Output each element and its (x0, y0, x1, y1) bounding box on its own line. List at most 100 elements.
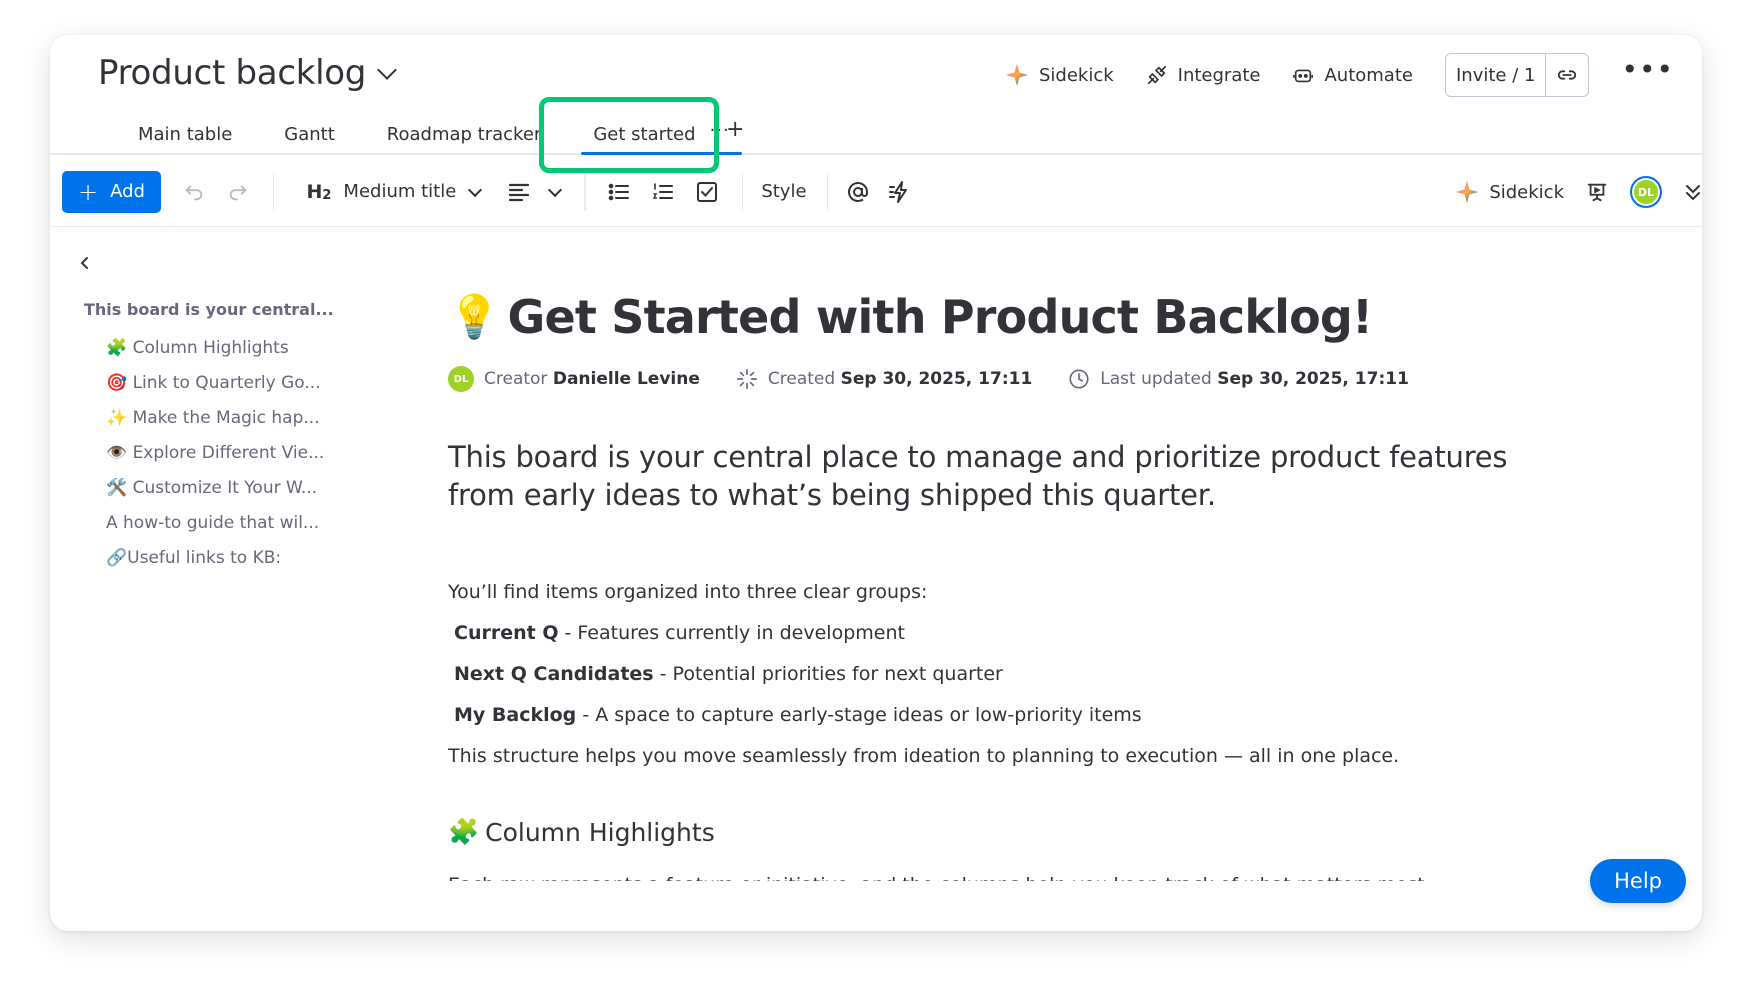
intro-text: You’ll find items organized into three c… (448, 581, 928, 603)
group-name: Next Q Candidates (454, 663, 654, 685)
outline-item[interactable]: 🛠️ Customize It Your W... (84, 471, 334, 506)
add-view-icon[interactable]: + (726, 117, 744, 142)
invite-group: Invite / 1 (1444, 53, 1590, 97)
creator-name: Danielle Levine (552, 369, 700, 389)
meta-creator: DL Creator Danielle Levine (448, 366, 700, 392)
board-title-text: Product backlog (98, 53, 367, 93)
section-text[interactable]: Each row represents a feature or initiat… (448, 867, 1548, 881)
doc-outline: This board is your central... 🧩 Column H… (84, 300, 334, 576)
help-button[interactable]: Help (1590, 859, 1686, 903)
groups-section[interactable]: You’ll find items organized into three c… (448, 572, 1548, 777)
toolbar-divider (272, 172, 275, 211)
checklist-icon[interactable] (696, 181, 718, 203)
toolbar-sidekick-button[interactable]: Sidekick (1455, 180, 1564, 204)
outline-heading[interactable]: This board is your central... (84, 300, 334, 319)
doc-content[interactable]: 💡 Get Started with Product Backlog! DL C… (448, 290, 1548, 881)
meta-updated: Last updated Sep 30, 2025, 17:11 (1068, 368, 1409, 390)
outline-item[interactable]: A how-to guide that wil... (84, 506, 334, 541)
outline-item[interactable]: 👁️ Explore Different Vie... (84, 436, 334, 471)
board-title[interactable]: Product backlog (98, 53, 397, 93)
created-label: Created (767, 369, 836, 389)
align-dropdown[interactable] (548, 182, 563, 197)
outline-item[interactable]: 🔗Useful links to KB: (84, 541, 334, 576)
group-line: Next Q Candidates - Potential priorities… (448, 654, 1548, 695)
redo-icon[interactable] (227, 181, 249, 203)
add-label: Add (110, 181, 145, 202)
toolbar-divider (826, 172, 829, 211)
outro-text: This structure helps you move seamlessly… (448, 745, 1400, 767)
sidekick-label: Sidekick (1489, 181, 1564, 203)
app-window: Product backlog Sidekick Integrate Autom… (50, 35, 1702, 931)
chevron-down-icon[interactable] (377, 60, 397, 80)
heading-level-text: H (306, 180, 323, 203)
sparkle-icon (1005, 64, 1028, 86)
avatar[interactable]: DL (1630, 176, 1662, 208)
present-icon[interactable] (1586, 181, 1608, 203)
doc-toolbar: + Add H2 Medium title Style Sidekick DL (50, 157, 1702, 227)
quick-action-icon[interactable] (888, 180, 912, 204)
section-heading[interactable]: 🧩 Column Highlights (448, 817, 1548, 847)
more-options-icon[interactable]: ••• (1621, 56, 1674, 84)
heading-style-dropdown[interactable]: Medium title (343, 181, 483, 202)
outline-item[interactable]: 🎯 Link to Quarterly Go... (84, 366, 334, 401)
copy-link-button[interactable] (1546, 54, 1588, 96)
add-button[interactable]: + Add (62, 170, 161, 213)
section-title: Column Highlights (485, 817, 715, 847)
lead-paragraph[interactable]: This board is your central place to mana… (448, 438, 1548, 514)
bulleted-list-icon[interactable] (608, 182, 630, 202)
heading-style-label: Medium title (343, 181, 457, 202)
integrate-button[interactable]: Integrate (1146, 64, 1261, 86)
outline-item[interactable]: ✨ Make the Magic hap... (84, 401, 334, 436)
created-date: Sep 30, 2025, 17:11 (840, 369, 1033, 389)
clock-icon (1069, 369, 1089, 389)
group-name: My Backlog (454, 704, 577, 726)
group-line: Current Q - Features currently in develo… (448, 613, 1548, 654)
group-name: Current Q (454, 622, 559, 644)
style-button[interactable]: Style (761, 181, 806, 202)
header-actions: Sidekick Integrate Automate Invite / 1 •… (1005, 53, 1674, 97)
meta-created: Created Sep 30, 2025, 17:11 (736, 368, 1032, 390)
mention-icon[interactable] (846, 180, 870, 204)
sidekick-label: Sidekick (1038, 64, 1114, 86)
doc-title-text: Get Started with Product Backlog! (507, 290, 1374, 344)
tab-roadmap-tracker[interactable]: Roadmap tracker (367, 113, 562, 155)
puzzle-icon: 🧩 (448, 817, 480, 846)
plug-icon (1147, 65, 1166, 85)
chevron-down-icon (468, 182, 483, 197)
sparkle-icon (1456, 181, 1479, 203)
collapse-outline-icon[interactable] (78, 255, 92, 274)
outline-item[interactable]: 🧩 Column Highlights (84, 331, 334, 366)
group-desc: - Features currently in development (558, 622, 905, 644)
toolbar-divider (741, 172, 744, 211)
align-left-icon[interactable] (508, 182, 530, 202)
group-line: My Backlog - A space to capture early-st… (448, 695, 1548, 736)
plus-icon: + (78, 177, 99, 206)
lightbulb-icon: 💡 (448, 292, 500, 341)
updated-label: Last updated (1100, 369, 1212, 389)
automate-button[interactable]: Automate (1292, 64, 1413, 86)
robot-icon (1293, 69, 1314, 83)
toolbar-divider (584, 172, 586, 211)
link-icon (1558, 70, 1577, 80)
invite-button[interactable]: Invite / 1 (1446, 54, 1547, 96)
doc-title[interactable]: 💡 Get Started with Product Backlog! (448, 290, 1548, 344)
tab-label: Main table (138, 123, 233, 145)
integrate-label: Integrate (1177, 64, 1261, 86)
heading-level-icon[interactable]: H2 (306, 181, 331, 203)
tab-main-table[interactable]: Main table (118, 113, 252, 155)
sidekick-button[interactable]: Sidekick (1005, 63, 1114, 87)
tab-label: Roadmap tracker (386, 123, 542, 145)
tab-gantt[interactable]: Gantt (264, 113, 355, 155)
group-desc: - A space to capture early-stage ideas o… (576, 704, 1142, 726)
tab-label: Gantt (284, 123, 335, 145)
undo-icon[interactable] (183, 181, 205, 203)
automate-label: Automate (1324, 64, 1413, 86)
collapse-chevron-icon[interactable] (1684, 182, 1702, 202)
chevron-down-icon (548, 182, 563, 197)
creator-avatar[interactable]: DL (448, 366, 474, 392)
doc-meta: DL Creator Danielle Levine Created Sep 3… (448, 366, 1548, 392)
creator-label: Creator (484, 369, 548, 389)
toolbar-right: Sidekick DL (1455, 157, 1702, 227)
updated-date: Sep 30, 2025, 17:11 (1217, 369, 1409, 389)
numbered-list-icon[interactable] (652, 182, 674, 202)
